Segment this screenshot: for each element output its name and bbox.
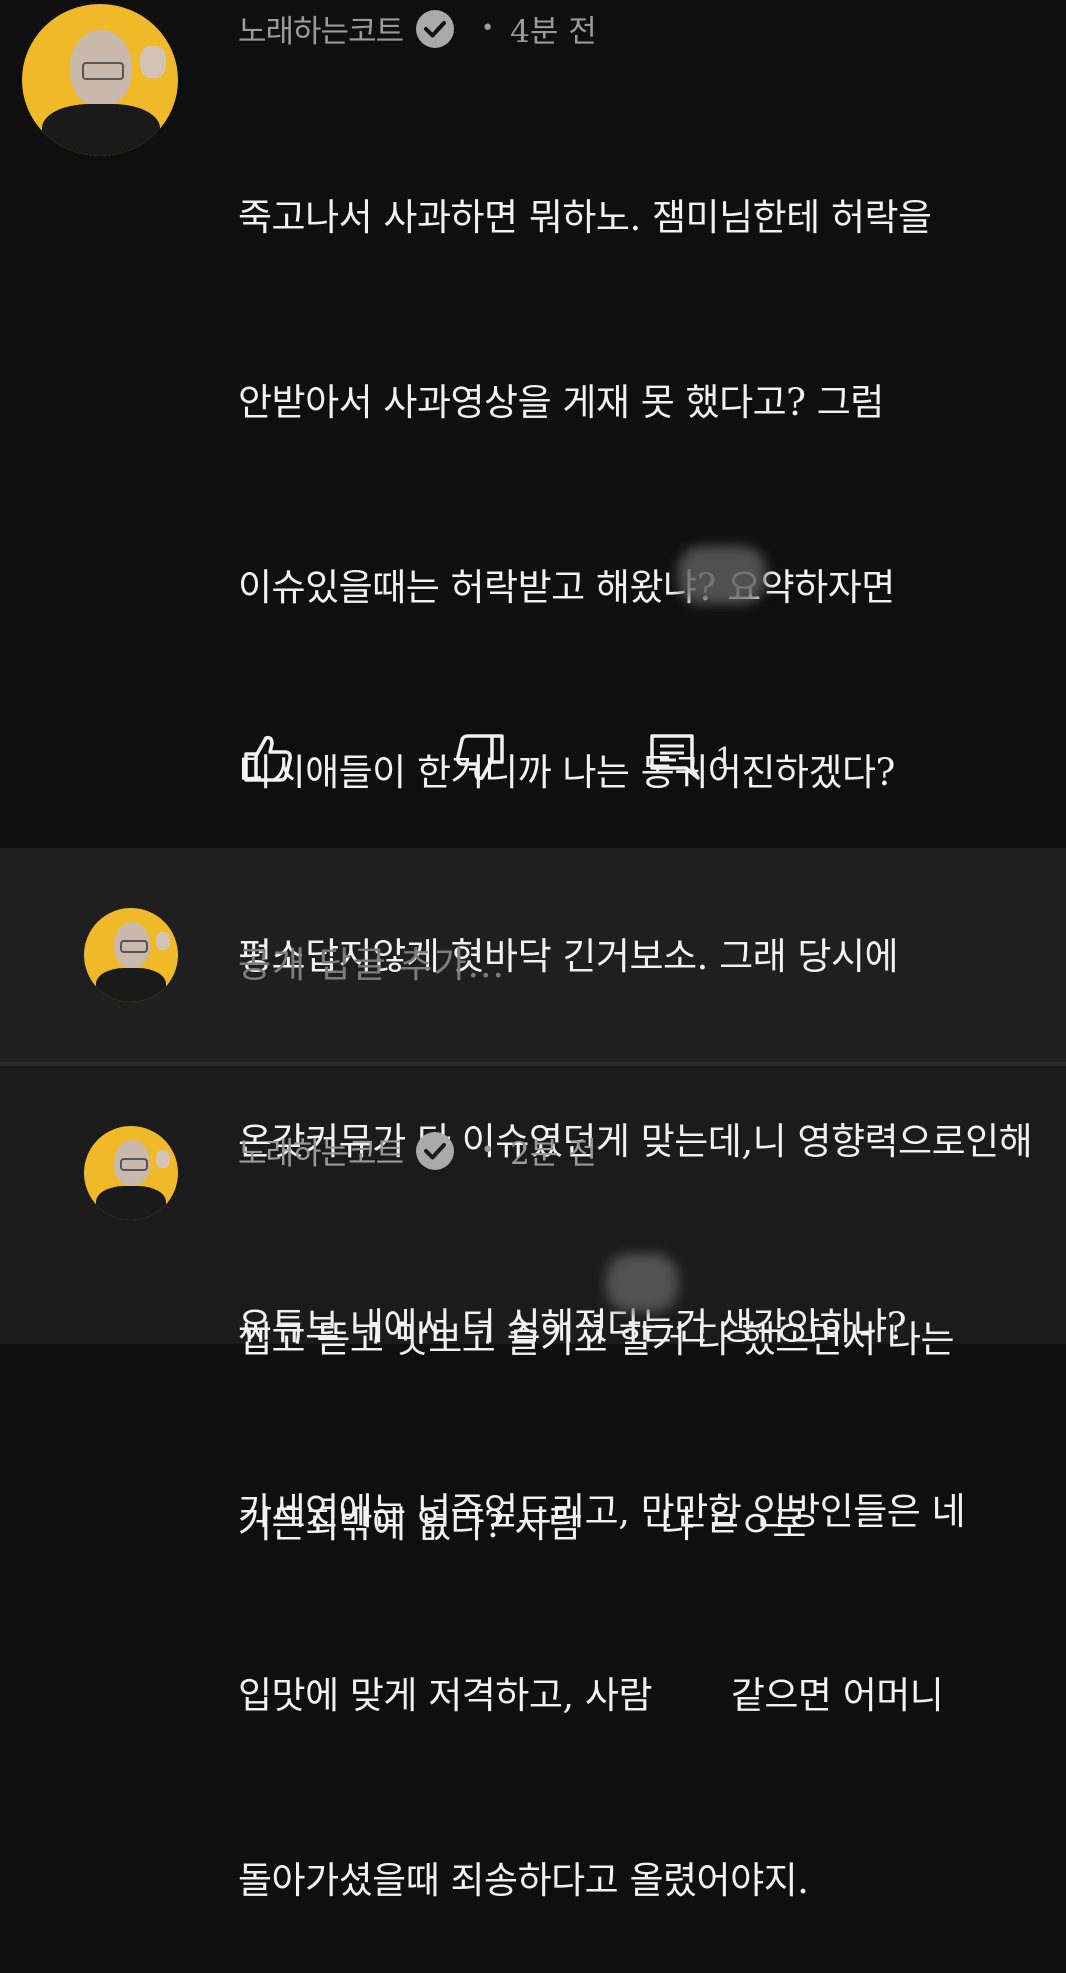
- censor-blur: [678, 546, 766, 604]
- comment-body: 죽고나서 사과하면 뭐하노. 잼미님한테 허락을 안받아서 사과영상을 게재 못…: [238, 64, 1033, 1973]
- comment-icon[interactable]: [646, 730, 702, 786]
- avatar[interactable]: [84, 1126, 178, 1220]
- censor-blur: [606, 1254, 678, 1312]
- avatar: [84, 908, 178, 1002]
- author-name[interactable]: 노래하는코트: [238, 1128, 404, 1173]
- author-name[interactable]: 노래하는코트: [238, 6, 404, 51]
- comment-body: 씹고 뜯고 맛보고 즐기고 할거 다 했으면서 나는 거든죄밖에 없다? 사람 …: [238, 1186, 955, 1617]
- timestamp[interactable]: 2분 전: [510, 1128, 597, 1173]
- comment-line: 이슈있을때는 허락받고 해왔냐? 요약하자면: [238, 565, 895, 609]
- thumbs-up-icon[interactable]: [240, 730, 296, 786]
- separator-dot: •: [481, 1138, 495, 1163]
- comment-actions: 1: [240, 730, 840, 790]
- comment-meta: 노래하는코트 • 4분 전: [238, 6, 597, 51]
- separator-dot: •: [481, 16, 495, 41]
- comment-meta: 노래하는코트 • 2분 전: [238, 1128, 597, 1173]
- verified-badge-icon: [416, 9, 455, 48]
- verified-badge-icon: [416, 1131, 455, 1170]
- comment-line: 입맛에 맞게 저격하고, 사람 같으면 어머니: [238, 1674, 944, 1718]
- reply-input[interactable]: 공개 답글 추가...: [238, 936, 505, 988]
- comment-line: 씹고 뜯고 맛보고 즐기고 할거 다 했으면서 나는: [238, 1318, 955, 1362]
- thumbs-down-icon[interactable]: [452, 730, 508, 786]
- comment-line: 안받아서 사과영상을 게재 못 했다고? 그럼: [238, 380, 884, 424]
- comment-line: 거든죄밖에 없다? 사람 냐 ㄹㅇ로: [238, 1502, 806, 1546]
- comment-line: 죽고나서 사과하면 뭐하노. 잼미님한테 허락을: [238, 196, 932, 240]
- timestamp[interactable]: 4분 전: [510, 6, 597, 51]
- comment-line: 돌아가셨을때 죄송하다고 올렸어야지.: [238, 1859, 809, 1903]
- reply-count[interactable]: 1: [715, 742, 734, 777]
- avatar[interactable]: [22, 4, 178, 156]
